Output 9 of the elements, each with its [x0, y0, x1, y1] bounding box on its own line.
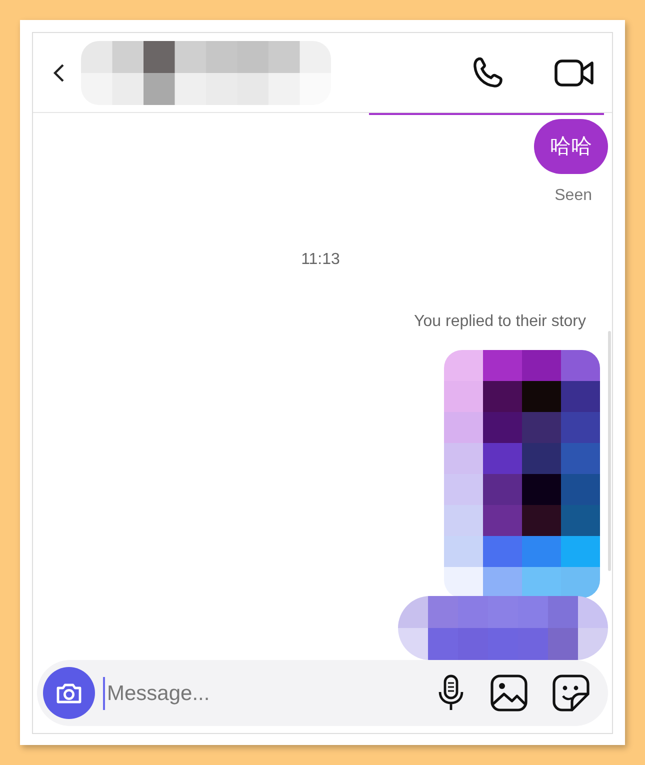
message-field[interactable]: Message...: [103, 676, 424, 710]
camera-icon[interactable]: [55, 681, 83, 706]
chevron-left-icon[interactable]: [53, 62, 65, 82]
camera-button[interactable]: [43, 667, 95, 720]
message-composer[interactable]: Message...: [37, 660, 608, 726]
seen-status: Seen: [554, 186, 592, 206]
message-bubble: 哈哈: [534, 119, 608, 174]
story-reply-note: You replied to their story: [414, 312, 586, 332]
timestamp: 11:13: [301, 250, 340, 270]
